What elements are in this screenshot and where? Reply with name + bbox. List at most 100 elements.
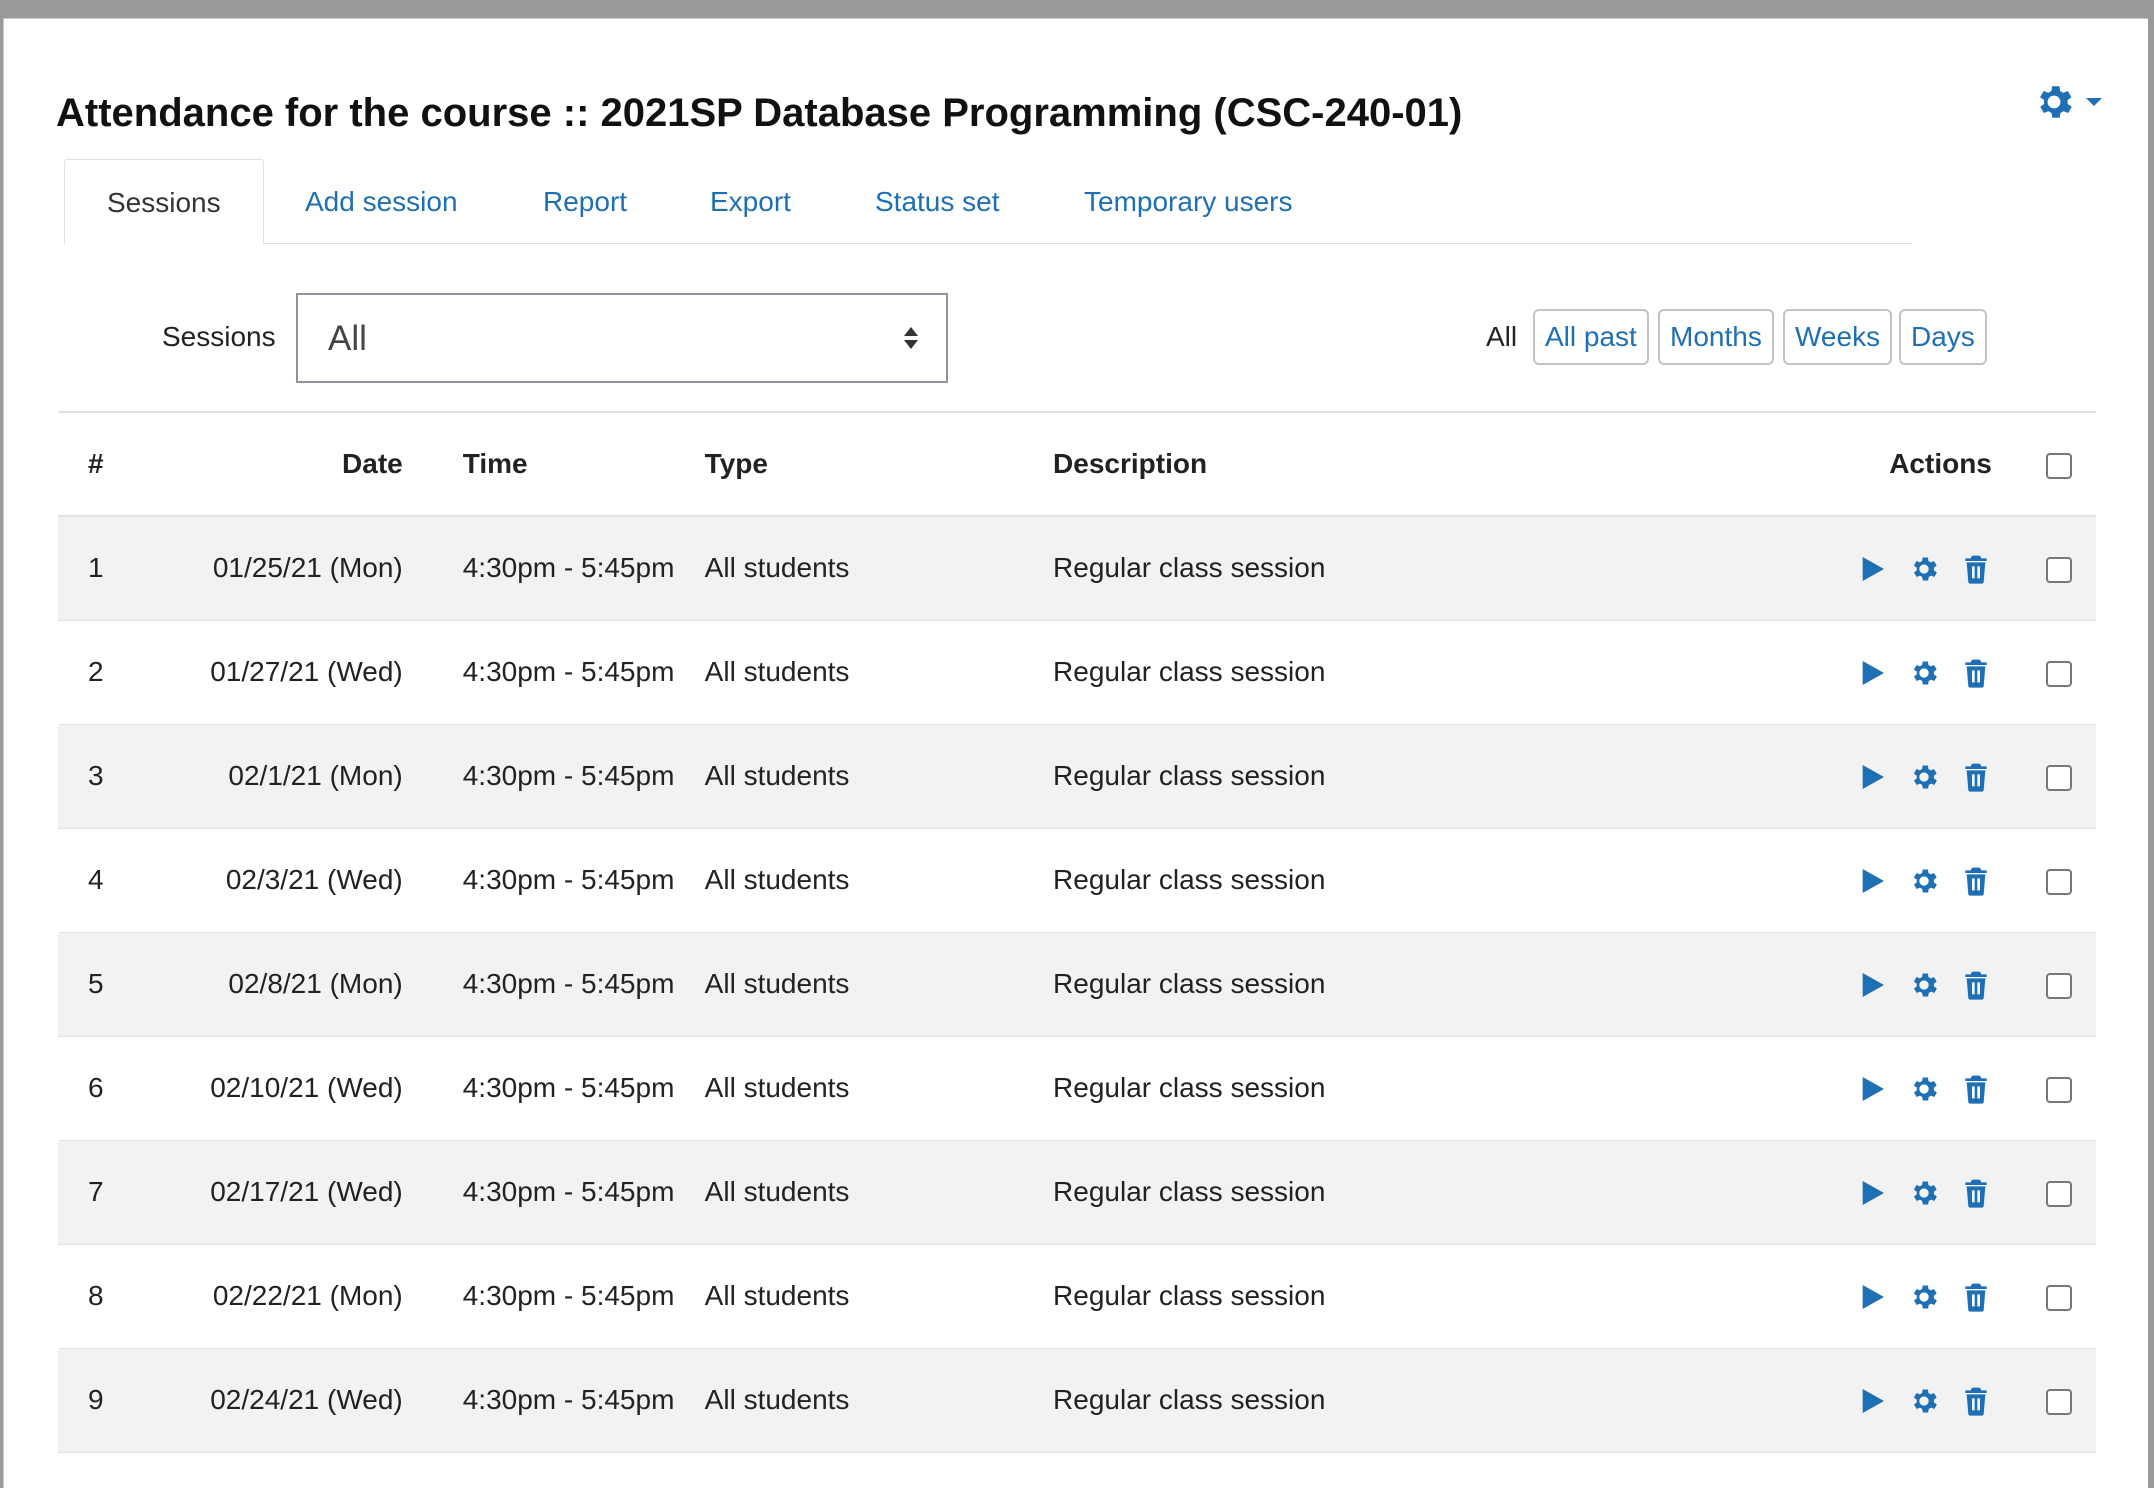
period-weeks-button[interactable]: Weeks — [1783, 309, 1893, 365]
cell-actions — [1646, 932, 2022, 1037]
play-icon[interactable] — [1856, 1385, 1888, 1417]
cell-time: 4:30pm - 5:45pm — [402, 1348, 705, 1453]
cell-num: 9 — [58, 1348, 141, 1453]
header-type[interactable]: Type — [704, 412, 1054, 517]
gear-icon[interactable] — [1908, 761, 1940, 793]
trash-icon[interactable] — [1960, 1177, 1992, 1209]
tab-status-set[interactable]: Status set — [875, 159, 1000, 244]
cell-date: 01/25/21 (Mon) — [140, 516, 403, 621]
cell-num: 1 — [58, 516, 141, 621]
cell-num: 10 — [58, 1452, 141, 1488]
gear-icon[interactable] — [1908, 553, 1940, 585]
sessions-filter-select[interactable]: All — [296, 293, 948, 383]
sessions-table: # Date Time Type Description Actions 1 01… — [58, 411, 2096, 1488]
tab-export[interactable]: Export — [710, 159, 791, 244]
row-select-checkbox[interactable] — [2045, 764, 2072, 791]
cell-actions — [1646, 1348, 2022, 1453]
row-select-checkbox[interactable] — [2045, 660, 2072, 687]
row-select-checkbox[interactable] — [2045, 1284, 2072, 1311]
cell-description: Regular class session — [1053, 1244, 1647, 1349]
period-days-button[interactable]: Days — [1899, 309, 1987, 365]
cell-date: 03/1/21 (Mon) — [140, 1452, 403, 1488]
table-row: 6 02/10/21 (Wed) 4:30pm - 5:45pm All studen… — [58, 1036, 2096, 1141]
cell-num: 6 — [58, 1036, 141, 1141]
trash-icon[interactable] — [1960, 865, 1992, 897]
tab-sessions[interactable]: Sessions — [64, 159, 264, 245]
play-icon[interactable] — [1856, 1281, 1888, 1313]
gear-icon[interactable] — [1908, 969, 1940, 1001]
cell-description: Regular class session — [1053, 620, 1647, 725]
cell-num: 4 — [58, 828, 141, 933]
row-select-checkbox[interactable] — [2045, 1180, 2072, 1207]
row-select-checkbox[interactable] — [2045, 868, 2072, 895]
trash-icon[interactable] — [1960, 969, 1992, 1001]
play-icon[interactable] — [1856, 761, 1888, 793]
header-num[interactable]: # — [58, 412, 141, 517]
tab-add-session[interactable]: Add session — [305, 159, 458, 244]
header-time[interactable]: Time — [402, 412, 705, 517]
play-icon[interactable] — [1856, 865, 1888, 897]
header-actions: Actions — [1646, 412, 2022, 517]
cell-date: 02/17/21 (Wed) — [140, 1140, 403, 1245]
cell-description: Regular class session — [1053, 1348, 1647, 1453]
header-date[interactable]: Date — [140, 412, 403, 517]
table-row: 8 02/22/21 (Mon) 4:30pm - 5:45pm All studen… — [58, 1244, 2096, 1349]
trash-icon[interactable] — [1960, 657, 1992, 689]
gear-icon[interactable] — [1908, 1385, 1940, 1417]
cell-type: All students — [704, 1452, 1054, 1488]
trash-icon[interactable] — [1960, 1073, 1992, 1105]
trash-icon[interactable] — [1960, 1385, 1992, 1417]
gear-icon[interactable] — [1908, 1281, 1940, 1313]
cell-time: 4:30pm - 5:45pm — [402, 1452, 705, 1488]
row-select-checkbox[interactable] — [2045, 1388, 2072, 1415]
trash-icon[interactable] — [1960, 553, 1992, 585]
chevron-down-icon — [2086, 98, 2102, 106]
cell-type: All students — [704, 516, 1054, 621]
row-select-checkbox[interactable] — [2045, 1076, 2072, 1103]
cell-date: 01/27/21 (Wed) — [140, 620, 403, 725]
cell-time: 4:30pm - 5:45pm — [402, 1244, 705, 1349]
cell-description: Regular class session — [1053, 828, 1647, 933]
gear-icon[interactable] — [1908, 1073, 1940, 1105]
play-icon[interactable] — [1856, 1177, 1888, 1209]
cell-select — [2021, 620, 2096, 725]
select-all-checkbox[interactable] — [2045, 452, 2072, 479]
gear-icon[interactable] — [1908, 657, 1940, 689]
select-all-cell — [2021, 412, 2096, 517]
cell-select — [2021, 724, 2096, 829]
cell-actions — [1646, 1140, 2022, 1245]
cell-time: 4:30pm - 5:45pm — [402, 724, 705, 829]
cell-select — [2021, 1036, 2096, 1141]
cell-date: 02/1/21 (Mon) — [140, 724, 403, 829]
play-icon[interactable] — [1856, 1073, 1888, 1105]
period-all-past-button[interactable]: All past — [1533, 309, 1649, 365]
tab-report[interactable]: Report — [543, 159, 627, 244]
tab-temporary-users[interactable]: Temporary users — [1084, 159, 1293, 244]
period-months-button[interactable]: Months — [1658, 309, 1774, 365]
cell-description: Regular class session — [1053, 724, 1647, 829]
cell-description: Regular class session — [1053, 932, 1647, 1037]
play-icon[interactable] — [1856, 969, 1888, 1001]
header-description[interactable]: Description — [1053, 412, 1647, 517]
gear-icon[interactable] — [1908, 865, 1940, 897]
table-row: 2 01/27/21 (Wed) 4:30pm - 5:45pm All studen… — [58, 620, 2096, 725]
cell-type: All students — [704, 1036, 1054, 1141]
cell-description: Regular class session — [1053, 1140, 1647, 1245]
cell-time: 4:30pm - 5:45pm — [402, 932, 705, 1037]
row-select-checkbox[interactable] — [2045, 556, 2072, 583]
trash-icon[interactable] — [1960, 1281, 1992, 1313]
cell-time: 4:30pm - 5:45pm — [402, 516, 705, 621]
table-row: 7 02/17/21 (Wed) 4:30pm - 5:45pm All studen… — [58, 1140, 2096, 1245]
cell-date: 02/10/21 (Wed) — [140, 1036, 403, 1141]
row-select-checkbox[interactable] — [2045, 972, 2072, 999]
settings-menu-button[interactable] — [2032, 77, 2112, 127]
cell-time: 4:30pm - 5:45pm — [402, 620, 705, 725]
cell-description: Regular class session — [1053, 1452, 1647, 1488]
play-icon[interactable] — [1856, 553, 1888, 585]
cell-type: All students — [704, 828, 1054, 933]
cell-description: Regular class session — [1053, 516, 1647, 621]
cell-actions — [1646, 828, 2022, 933]
play-icon[interactable] — [1856, 657, 1888, 689]
gear-icon[interactable] — [1908, 1177, 1940, 1209]
trash-icon[interactable] — [1960, 761, 1992, 793]
